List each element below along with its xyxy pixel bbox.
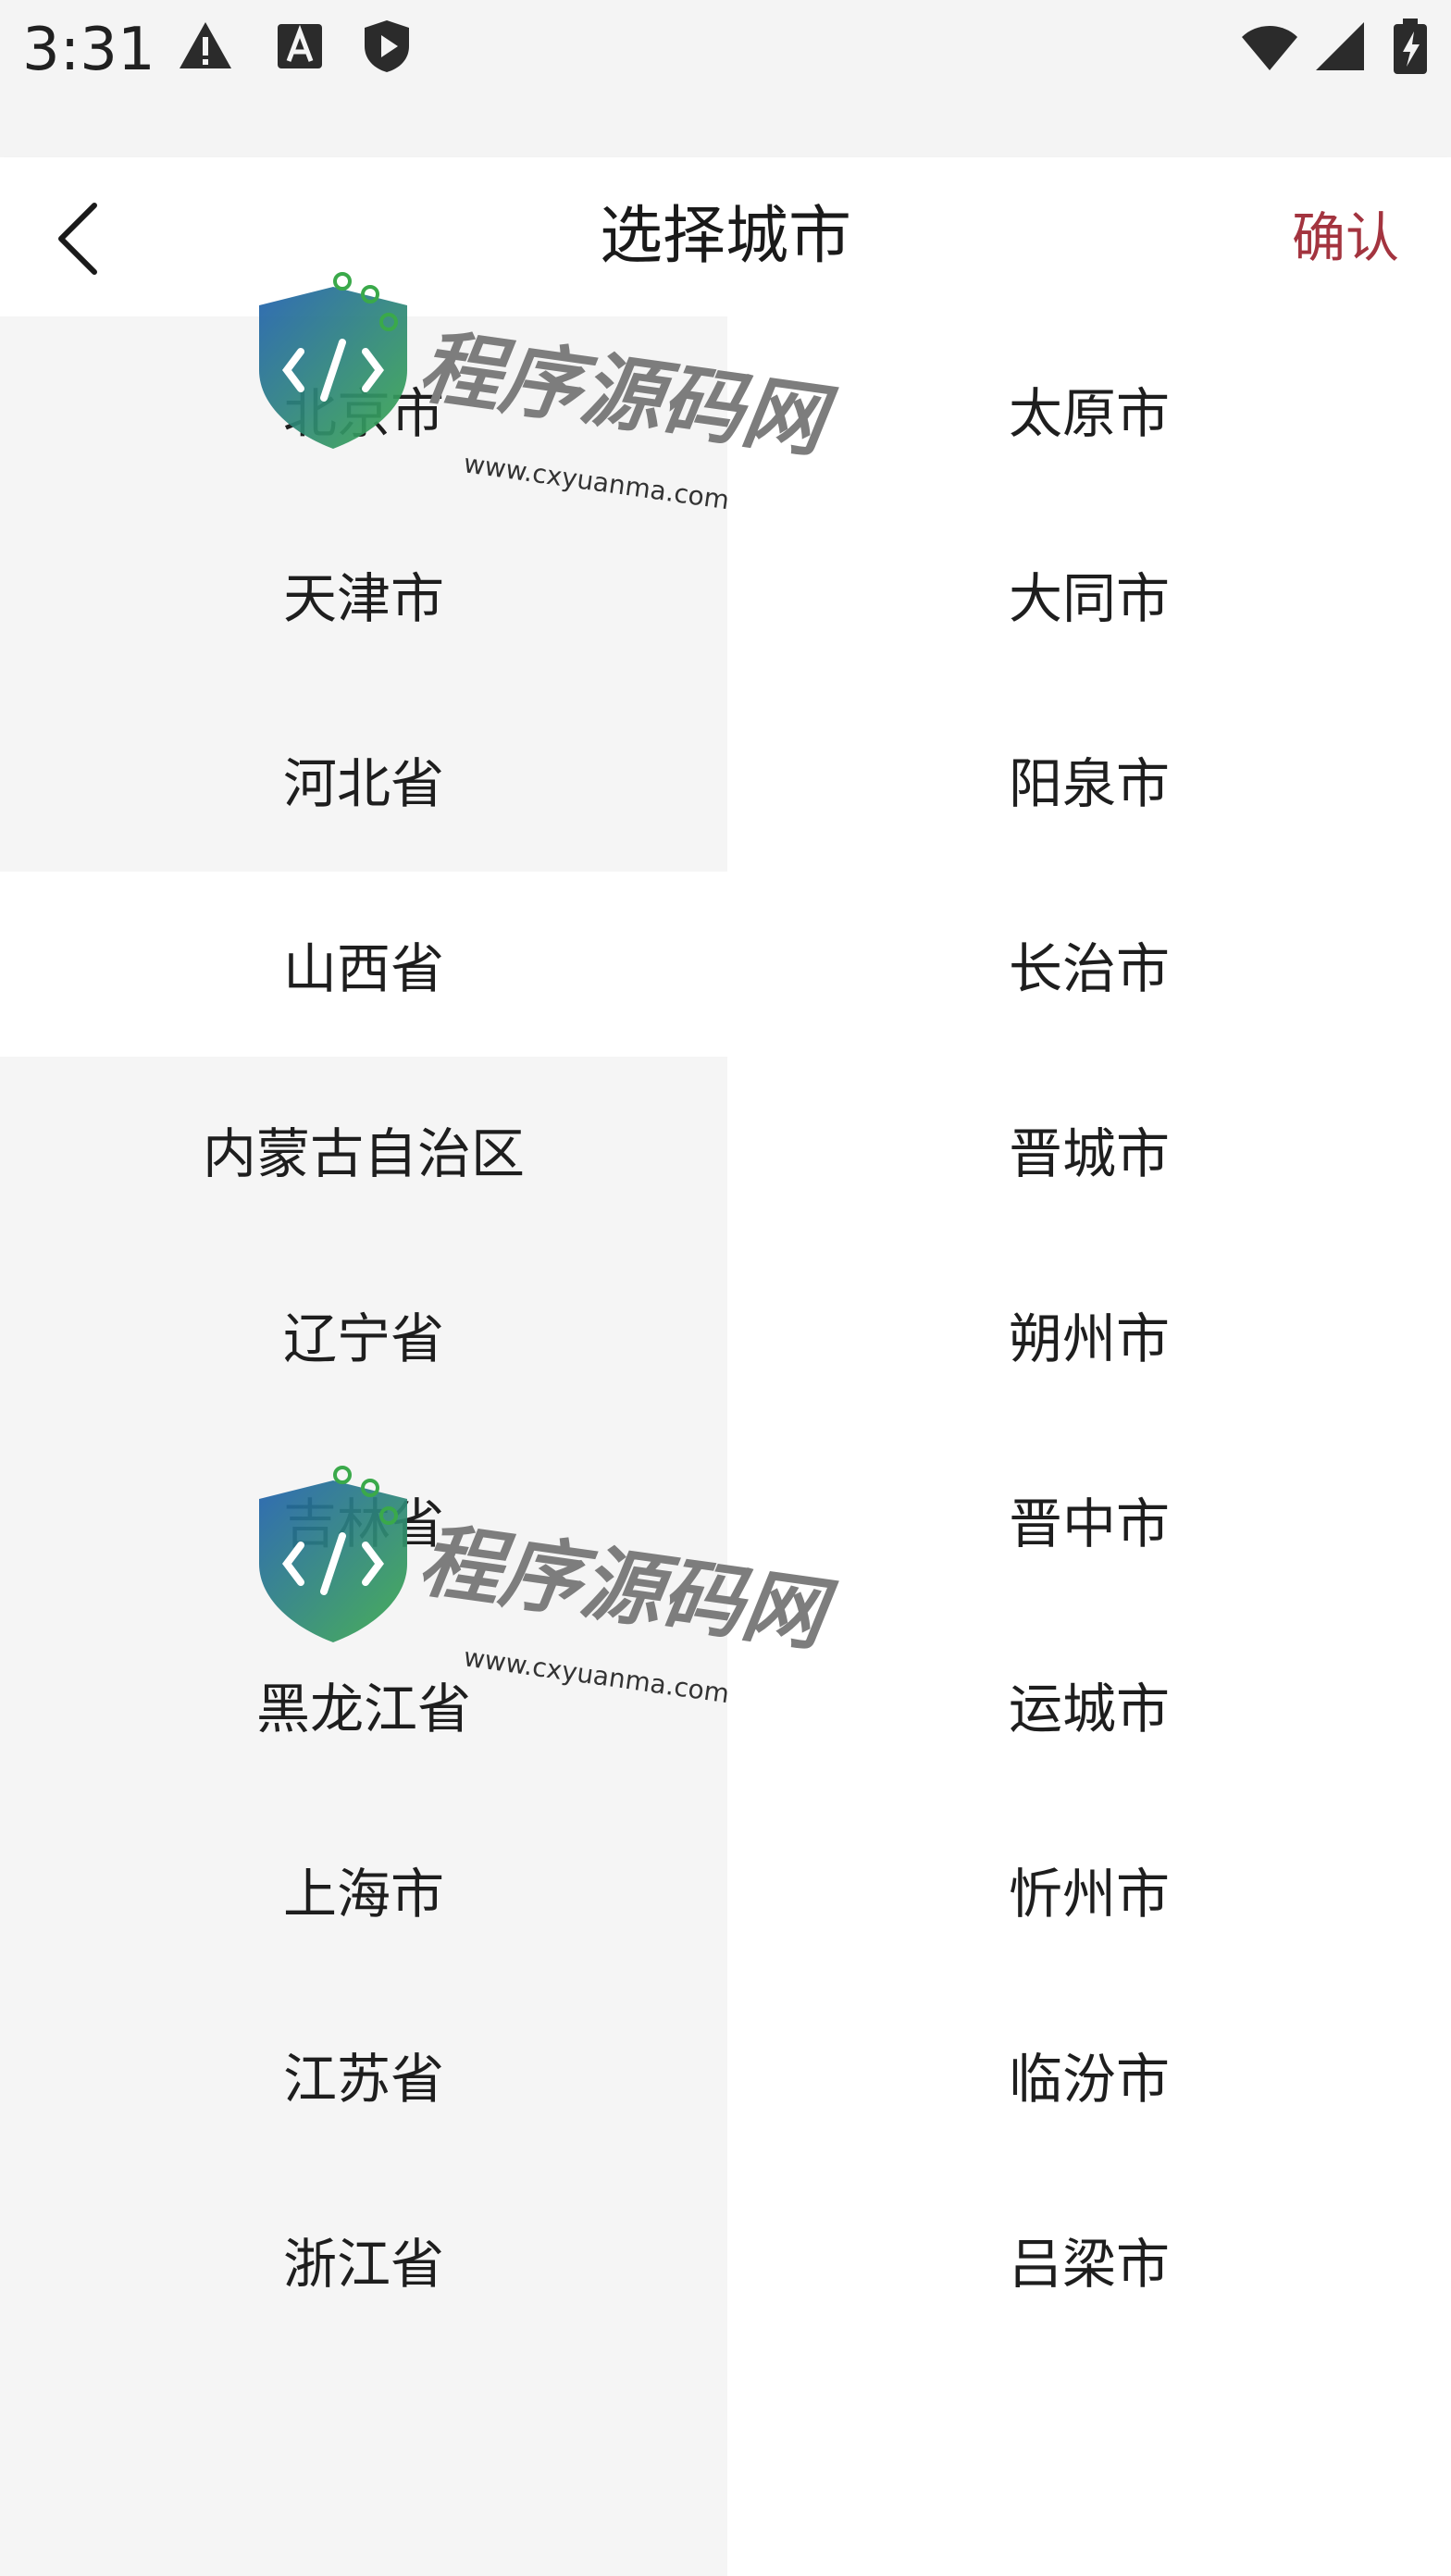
page-title: 选择城市: [599, 200, 851, 273]
province-item-selected[interactable]: 山西省: [0, 872, 727, 1057]
city-list-panel: 太原市 大同市 阳泉市 长治市 晋城市 朔州市 晋中市 运城市 忻州市 临汾市 …: [727, 316, 1451, 2576]
province-list-panel: 北京市 天津市 河北省 山西省 内蒙古自治区 辽宁省 吉林省 黑龙江省 上海市 …: [0, 316, 727, 2576]
city-item[interactable]: 忻州市: [727, 1797, 1451, 1982]
city-item[interactable]: 晋城市: [727, 1057, 1451, 1242]
city-item[interactable]: 临汾市: [727, 1982, 1451, 2167]
shield-play-icon: [365, 20, 409, 72]
city-item[interactable]: 太原市: [727, 316, 1451, 502]
province-list: 北京市 天津市 河北省 山西省 内蒙古自治区 辽宁省 吉林省 黑龙江省 上海市 …: [0, 316, 727, 2352]
province-item[interactable]: 上海市: [0, 1797, 727, 1982]
wifi-icon: [1242, 26, 1297, 70]
font-a-icon: [278, 24, 322, 68]
city-item[interactable]: 阳泉市: [727, 687, 1451, 872]
city-item[interactable]: 晋中市: [727, 1427, 1451, 1612]
province-item[interactable]: 黑龙江省: [0, 1612, 727, 1797]
cellular-signal-icon: [1316, 22, 1364, 70]
city-item[interactable]: 吕梁市: [727, 2167, 1451, 2352]
province-item[interactable]: 北京市: [0, 316, 727, 502]
province-item[interactable]: 天津市: [0, 502, 727, 687]
status-time: 3:31: [22, 16, 155, 84]
city-item[interactable]: 朔州市: [727, 1242, 1451, 1427]
province-item[interactable]: 江苏省: [0, 1982, 727, 2167]
city-item[interactable]: 大同市: [727, 502, 1451, 687]
city-item[interactable]: 运城市: [727, 1612, 1451, 1797]
province-item[interactable]: 内蒙古自治区: [0, 1057, 727, 1242]
province-item[interactable]: 吉林省: [0, 1427, 727, 1612]
warning-icon: [180, 22, 231, 68]
city-list: 太原市 大同市 阳泉市 长治市 晋城市 朔州市 晋中市 运城市 忻州市 临汾市 …: [727, 316, 1451, 2352]
province-item[interactable]: 辽宁省: [0, 1242, 727, 1427]
confirm-button[interactable]: 确认: [1292, 196, 1399, 279]
battery-charging-icon: [1394, 19, 1427, 74]
city-item[interactable]: 长治市: [727, 872, 1451, 1057]
status-bar: 3:31: [0, 0, 1451, 157]
province-item[interactable]: 浙江省: [0, 2167, 727, 2352]
header-bar: 选择城市 确认: [0, 157, 1451, 316]
province-item[interactable]: 河北省: [0, 687, 727, 872]
